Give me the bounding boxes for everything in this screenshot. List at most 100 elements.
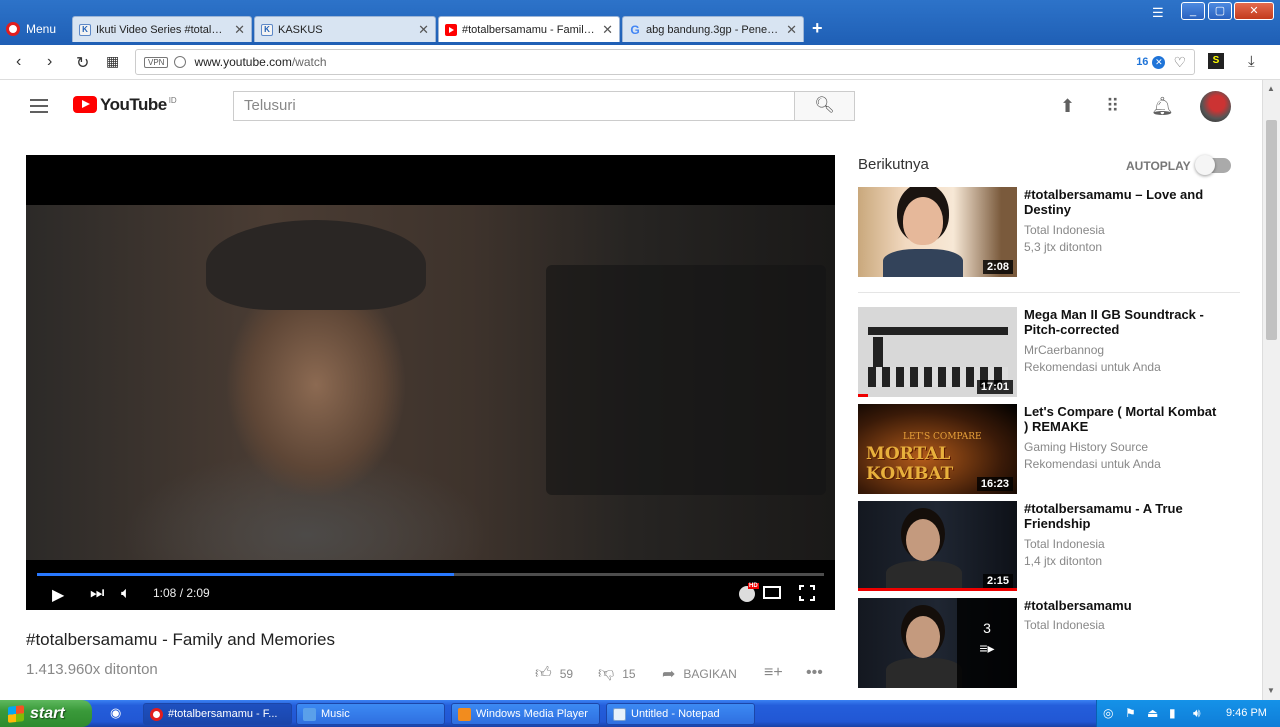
extension-icon[interactable]: S <box>1208 53 1224 69</box>
task-notepad[interactable]: Untitled - Notepad <box>606 703 755 725</box>
bookmark-heart-icon[interactable]: ♡ <box>1173 54 1186 71</box>
share-button[interactable]: ➦ BAGIKAN <box>662 664 737 684</box>
upload-icon[interactable]: ⬆ <box>1060 96 1075 117</box>
progress-bar[interactable] <box>37 573 824 576</box>
video-meta: Rekomendasi untuk Anda <box>1024 457 1161 471</box>
back-icon[interactable]: ‹ <box>16 53 21 71</box>
task-opera[interactable]: #totalbersamamu - F... <box>143 703 292 725</box>
tab-close-icon[interactable]: ✕ <box>602 22 613 38</box>
volume-tray-icon[interactable]: 🔊︎ <box>1193 706 1201 721</box>
apps-icon[interactable]: ⠿ <box>1106 96 1119 117</box>
url-text[interactable]: www.youtube.com/watch <box>194 55 1136 69</box>
scroll-up-icon[interactable]: ▲ <box>1267 84 1275 93</box>
kaskus-icon: K <box>79 23 91 36</box>
task-music[interactable]: Music <box>296 703 445 725</box>
windows-taskbar: start ◉ #totalbersamamu - F... Music Win… <box>0 700 1280 727</box>
speed-dial-icon[interactable]: ▦ <box>106 53 119 70</box>
vpn-badge[interactable]: VPN <box>144 56 169 68</box>
browser-tab-bar: ☰ _ ▢ ✕ Menu K Ikuti Video Series #total… <box>0 0 1280 45</box>
new-tab-button[interactable]: + <box>812 18 823 39</box>
watched-progress <box>858 394 868 397</box>
country-code: ID <box>168 96 177 105</box>
blocked-ads-count[interactable]: 16 <box>1136 56 1148 68</box>
page-scrollbar[interactable]: ▲ ▼ <box>1262 80 1280 701</box>
sidebar-video-title[interactable]: Mega Man II GB Soundtrack - Pitch-correc… <box>1024 307 1224 337</box>
fullscreen-icon[interactable] <box>799 585 815 601</box>
usb-icon[interactable]: ⏏ <box>1147 706 1158 720</box>
bell-icon[interactable]: 🔔︎ <box>1151 96 1174 117</box>
opera-menu-button[interactable]: Menu <box>6 19 56 39</box>
signal-icon[interactable]: ▮ <box>1169 706 1176 720</box>
video-player[interactable]: ▶ ⏭︎ 🔈︎ 1:08 / 2:09 <box>26 155 835 610</box>
forward-icon[interactable]: › <box>47 53 52 71</box>
avatar[interactable] <box>1200 91 1231 122</box>
ad-blocker-icon[interactable]: ✕ <box>1152 55 1166 69</box>
flag-tray-icon[interactable]: ⚑ <box>1125 706 1136 720</box>
sidebar-video-item[interactable]: 2:15 #totalbersamamu - A True Friendship… <box>858 501 1238 591</box>
playlist-thumbnail[interactable]: 3 ≡▸ <box>858 598 1017 688</box>
youtube-play-logo-icon <box>73 96 97 113</box>
minimize-button[interactable]: _ <box>1181 2 1205 20</box>
windows-flag-icon <box>8 704 24 723</box>
window-menu-icon[interactable]: ☰ <box>1152 5 1164 21</box>
sidebar-video-item[interactable]: 2:08 #totalbersamamu – Love and Destiny … <box>858 187 1238 277</box>
settings-hd-icon[interactable] <box>739 583 759 602</box>
video-meta: Rekomendasi untuk Anda <box>1024 360 1161 374</box>
add-to-playlist-button[interactable]: ≡+ <box>764 664 791 682</box>
tab-label: abg bandung.3gp - Penelusuran Google <box>646 23 780 36</box>
search-input[interactable]: Telusuri <box>233 91 795 121</box>
dislike-button[interactable]: 👎︎ 15 <box>598 664 636 683</box>
play-icon[interactable]: ▶ <box>52 585 64 605</box>
tab-kaskus[interactable]: K KASKUS ✕ <box>254 16 436 42</box>
sidebar-playlist-title[interactable]: #totalbersamamu <box>1024 598 1224 613</box>
tab-close-icon[interactable]: ✕ <box>418 22 429 38</box>
sidebar-video-title[interactable]: #totalbersamamu – Love and Destiny <box>1024 187 1224 217</box>
watched-progress <box>858 588 1017 591</box>
theater-mode-icon[interactable] <box>763 586 781 599</box>
like-count: 59 <box>559 666 574 681</box>
kaskus-icon: K <box>261 23 273 36</box>
close-window-button[interactable]: ✕ <box>1234 2 1274 20</box>
tab-ikuti-video[interactable]: K Ikuti Video Series #totalbersamamu ✕ <box>72 16 252 42</box>
task-media-player[interactable]: Windows Media Player <box>451 703 600 725</box>
scroll-down-icon[interactable]: ▼ <box>1267 686 1275 695</box>
maximize-button[interactable]: ▢ <box>1208 2 1232 20</box>
scroll-thumb[interactable] <box>1266 120 1277 340</box>
folder-music-icon <box>303 707 316 721</box>
more-actions-button[interactable]: ••• <box>806 664 831 682</box>
search-button[interactable]: 🔍︎ <box>794 91 855 121</box>
tab-google[interactable]: G abg bandung.3gp - Penelusuran Google ✕ <box>622 16 804 42</box>
network-icon[interactable]: ◎ <box>1103 706 1113 720</box>
reload-icon[interactable]: ↻ <box>76 53 89 73</box>
video-thumbnail[interactable]: LET'S COMPARE MORTAL KOMBAT 16:23 <box>858 404 1017 494</box>
guide-menu-icon[interactable] <box>30 99 48 113</box>
like-button[interactable]: 👍︎ 59 <box>535 664 573 683</box>
volume-icon[interactable]: 🔈︎ <box>121 585 131 603</box>
quick-launch-icon[interactable]: ◉ <box>110 705 121 721</box>
sidebar-video-title[interactable]: Let's Compare ( Mortal Kombat ) REMAKE <box>1024 404 1224 434</box>
youtube-icon <box>445 23 457 36</box>
video-thumbnail[interactable]: 2:15 <box>858 501 1017 591</box>
playlist-add-icon: ≡+ <box>764 664 783 681</box>
download-icon[interactable]: ⤓ <box>1248 53 1255 70</box>
sidebar-playlist-item[interactable]: 3 ≡▸ #totalbersamamu Total Indonesia <box>858 598 1238 688</box>
sidebar-video-item[interactable]: 17:01 Mega Man II GB Soundtrack - Pitch-… <box>858 307 1238 397</box>
tab-close-icon[interactable]: ✕ <box>234 22 245 38</box>
start-button[interactable]: start <box>0 700 92 727</box>
more-icon: ••• <box>806 664 823 681</box>
opera-menu-label: Menu <box>26 22 57 36</box>
thumbs-down-icon: 👎︎ <box>598 665 615 682</box>
sidebar-video-item[interactable]: LET'S COMPARE MORTAL KOMBAT 16:23 Let's … <box>858 404 1238 494</box>
address-field[interactable]: VPN www.youtube.com/watch 16 ✕ ♡ <box>135 49 1195 75</box>
sidebar-video-title[interactable]: #totalbersamamu - A True Friendship <box>1024 501 1224 531</box>
tab-close-icon[interactable]: ✕ <box>786 22 797 38</box>
next-icon[interactable]: ⏭︎ <box>90 585 104 603</box>
tab-youtube[interactable]: #totalbersamamu - Family and Memories ✕ <box>438 16 620 42</box>
task-label: Music <box>321 708 350 720</box>
youtube-logo[interactable]: YouTube ID <box>73 96 177 114</box>
video-thumbnail[interactable]: 2:08 <box>858 187 1017 277</box>
video-thumbnail[interactable]: 17:01 <box>858 307 1017 397</box>
task-label: #totalbersamamu - F... <box>168 708 278 720</box>
video-frame[interactable] <box>26 205 835 560</box>
autoplay-toggle[interactable] <box>1195 155 1231 175</box>
